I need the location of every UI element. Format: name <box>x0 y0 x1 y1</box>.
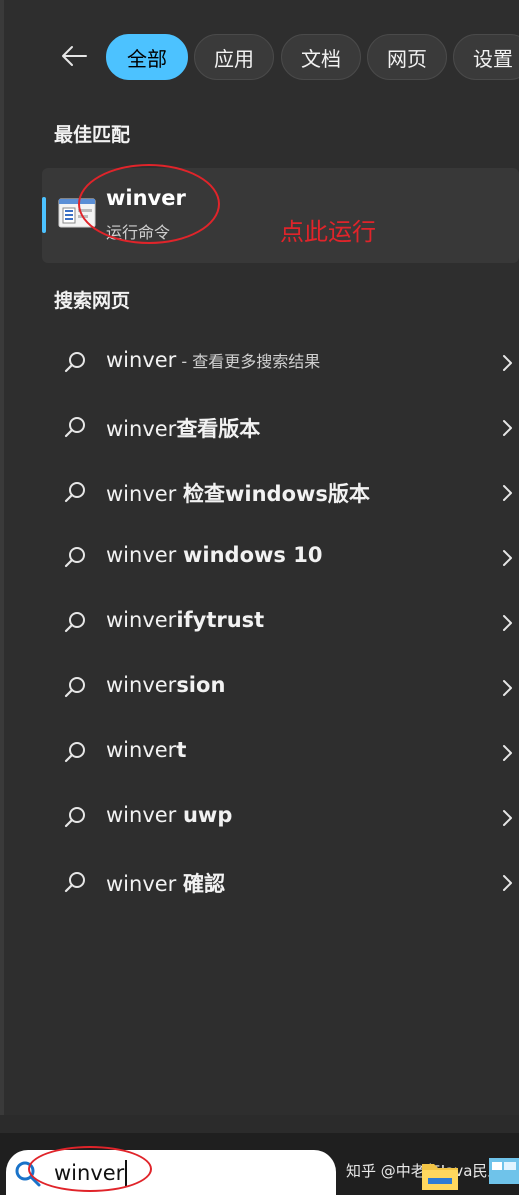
file-explorer-icon[interactable] <box>420 1156 460 1192</box>
query-prefix: winver <box>106 738 177 762</box>
tab-settings[interactable]: 设置 <box>453 34 519 80</box>
web-result-item[interactable]: winver 检查windows版本 <box>42 464 519 520</box>
panel-edge <box>0 0 4 1115</box>
web-result-text: winver 確認 <box>106 868 225 898</box>
run-command-icon <box>58 198 96 228</box>
query-prefix: winver <box>106 543 183 567</box>
web-result-text: winver - 查看更多搜索结果 <box>106 348 320 372</box>
web-result-text: winver windows 10 <box>106 543 322 567</box>
search-icon <box>64 482 85 503</box>
search-icon <box>64 547 85 568</box>
web-result-text: winvert <box>106 738 186 762</box>
query-prefix: winver <box>106 608 177 632</box>
chevron-right-icon <box>503 485 512 501</box>
chevron-right-icon <box>503 355 512 371</box>
web-result-text: winverifytrust <box>106 608 264 632</box>
tab-web[interactable]: 网页 <box>367 34 447 80</box>
query-completion: windows 10 <box>182 543 323 567</box>
best-match-type: 运行命令 <box>106 223 171 242</box>
web-result-item[interactable]: winver windows 10 <box>42 529 519 585</box>
query-completion: uwp <box>182 803 233 827</box>
query-prefix: winver <box>106 872 183 896</box>
chevron-right-icon <box>503 615 512 631</box>
query-prefix: winver <box>106 482 183 506</box>
query-completion: t <box>176 738 187 762</box>
best-match-name: winver <box>106 186 186 210</box>
web-result-text: winversion <box>106 673 225 697</box>
search-icon <box>64 612 85 633</box>
query-prefix: winver <box>106 803 183 827</box>
search-icon <box>64 352 85 373</box>
chevron-right-icon <box>503 550 512 566</box>
best-match-heading: 最佳匹配 <box>54 124 131 146</box>
web-search-heading: 搜索网页 <box>54 290 131 312</box>
chevron-right-icon <box>503 420 512 436</box>
taskbar-search-input[interactable]: winver <box>6 1150 336 1195</box>
web-result-text: winver uwp <box>106 803 232 827</box>
chevron-right-icon <box>503 745 512 761</box>
search-icon <box>64 742 85 763</box>
filter-bar: 全部 应用 文档 网页 设置 <box>0 30 519 82</box>
query-prefix: winver <box>106 673 177 697</box>
search-icon <box>64 417 85 438</box>
web-result-item[interactable]: winver 確認 <box>42 854 519 910</box>
web-result-item[interactable]: winver - 查看更多搜索结果 <box>42 334 519 390</box>
web-result-text: winver查看版本 <box>106 413 260 443</box>
web-result-item[interactable]: winverifytrust <box>42 594 519 650</box>
query-completion: 检查windows版本 <box>182 482 370 506</box>
tab-documents[interactable]: 文档 <box>281 34 361 80</box>
search-query-text: winver <box>54 1160 128 1186</box>
chevron-right-icon <box>503 875 512 891</box>
web-result-item[interactable]: winvert <box>42 724 519 780</box>
search-icon <box>64 677 85 698</box>
query-suffix: - 查看更多搜索结果 <box>176 352 321 371</box>
search-icon <box>64 872 85 893</box>
query-completion: 確認 <box>182 872 225 896</box>
back-arrow-icon <box>62 46 87 66</box>
search-icon <box>15 1161 41 1187</box>
query-completion: 查看版本 <box>176 417 261 441</box>
chevron-right-icon <box>503 680 512 696</box>
web-result-item[interactable]: winversion <box>42 659 519 715</box>
search-icon <box>64 807 85 828</box>
web-result-item[interactable]: winver查看版本 <box>42 399 519 455</box>
tab-all[interactable]: 全部 <box>106 34 188 80</box>
control-panel-icon[interactable] <box>488 1156 519 1190</box>
web-result-text: winver 检查windows版本 <box>106 478 370 508</box>
web-result-item[interactable]: winver uwp <box>42 789 519 845</box>
annotation-text: 点此运行 <box>280 218 376 246</box>
chevron-right-icon <box>503 810 512 826</box>
back-button[interactable] <box>56 38 92 74</box>
query-completion: ifytrust <box>176 608 265 632</box>
selection-indicator <box>42 197 46 233</box>
query-prefix: winver <box>106 417 177 441</box>
tab-apps[interactable]: 应用 <box>194 34 274 80</box>
query-prefix: winver <box>106 348 177 372</box>
query-completion: sion <box>176 673 226 697</box>
